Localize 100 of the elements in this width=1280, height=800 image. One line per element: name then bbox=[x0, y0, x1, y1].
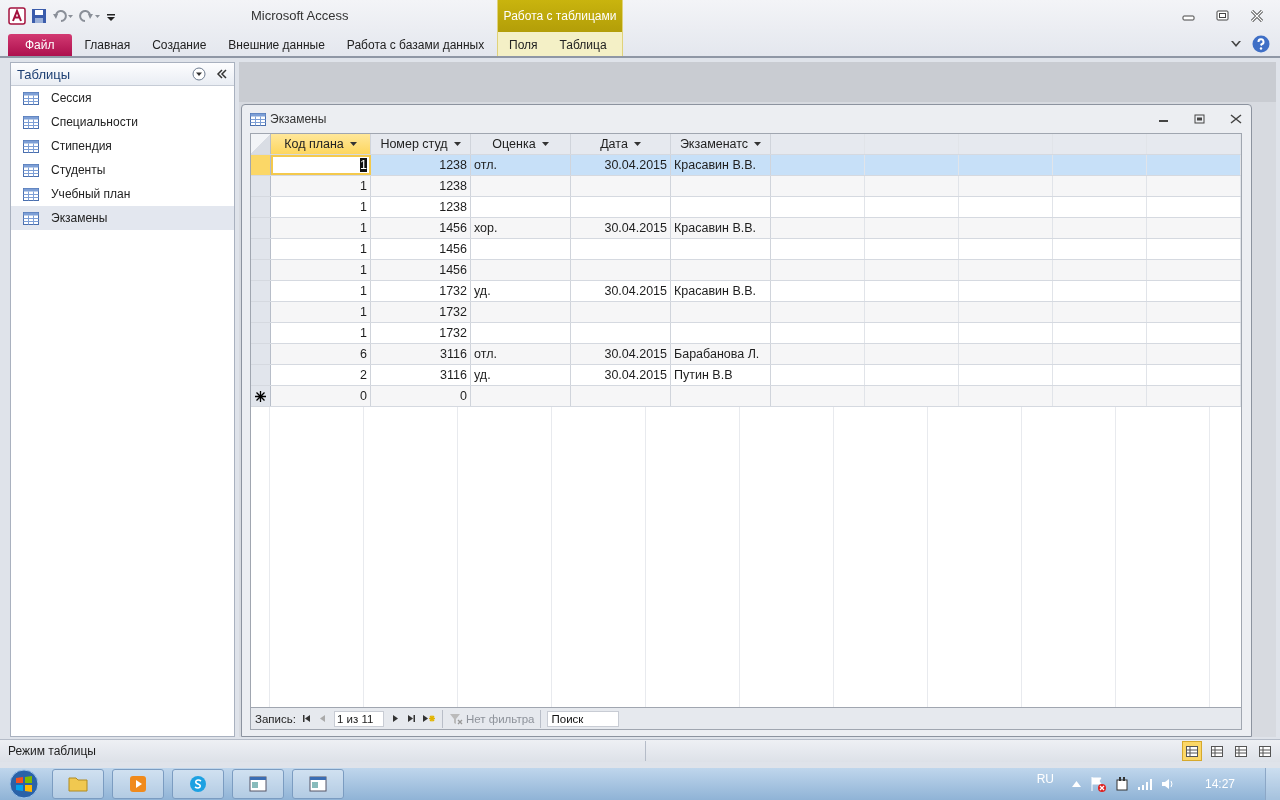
taskbar-app-button[interactable] bbox=[232, 769, 284, 799]
dropdown-caret-icon[interactable] bbox=[541, 142, 549, 146]
table-cell: 30.04.2015 bbox=[604, 158, 667, 172]
ribbon-tab[interactable]: Создание bbox=[141, 34, 218, 56]
record-position-field[interactable]: 1 из 11 bbox=[333, 710, 384, 727]
last-record-icon[interactable] bbox=[405, 714, 416, 723]
table-icon bbox=[250, 112, 266, 126]
dropdown-caret-icon[interactable] bbox=[349, 142, 357, 146]
table-cell: 0 bbox=[360, 389, 367, 403]
dropdown-caret-icon[interactable] bbox=[633, 142, 641, 146]
datasheet-view-icon bbox=[1211, 745, 1223, 757]
column-header[interactable]: Код плана bbox=[271, 134, 371, 154]
ribbon-tab[interactable]: Главная bbox=[73, 34, 142, 56]
status-text: Режим таблицы bbox=[8, 744, 96, 758]
table-cell: Барабанова Л. bbox=[674, 347, 760, 361]
table-cell: 1456 bbox=[439, 221, 467, 235]
table-cell: 1238 bbox=[439, 200, 467, 214]
table-cell: 0 bbox=[460, 389, 467, 403]
column-header[interactable]: Номер студ bbox=[371, 134, 471, 154]
power-plug-icon[interactable] bbox=[1114, 776, 1129, 792]
dropdown-caret-icon[interactable] bbox=[453, 142, 461, 146]
table-item[interactable]: Сессия bbox=[11, 86, 234, 110]
table-cell: 30.04.2015 bbox=[604, 284, 667, 298]
table-cell: уд. bbox=[474, 284, 491, 298]
table-cell: 30.04.2015 bbox=[604, 221, 667, 235]
table-cell: 1732 bbox=[439, 284, 467, 298]
ribbon-tab[interactable]: Файл bbox=[8, 34, 72, 56]
document-title: Экзамены bbox=[270, 112, 327, 126]
table-cell: 30.04.2015 bbox=[604, 347, 667, 361]
table-cell: Путин В.В bbox=[674, 368, 733, 382]
table-cell: 1 bbox=[360, 158, 367, 172]
record-selector[interactable] bbox=[251, 386, 271, 406]
table-cell: 1 bbox=[360, 242, 367, 256]
play-icon bbox=[129, 775, 147, 793]
close-icon[interactable] bbox=[1250, 10, 1264, 22]
table-cell: уд. bbox=[474, 368, 491, 382]
collapse-pane-icon[interactable] bbox=[216, 68, 228, 80]
record-label: Запись: bbox=[255, 712, 296, 725]
table-item[interactable]: Стипендия bbox=[11, 134, 234, 158]
datasheet-view-icon bbox=[1235, 745, 1247, 757]
table-item[interactable]: Студенты bbox=[11, 158, 234, 182]
column-header[interactable]: Экзаменатс bbox=[671, 134, 771, 154]
s-logo-icon bbox=[189, 775, 207, 793]
close-icon[interactable] bbox=[1230, 114, 1242, 124]
dropdown-icon[interactable] bbox=[192, 67, 206, 81]
filter-icon bbox=[448, 712, 463, 725]
table-cell: 1 bbox=[360, 179, 367, 193]
maximize-icon[interactable] bbox=[1194, 114, 1206, 124]
new-record-icon[interactable] bbox=[421, 714, 436, 723]
table-cell: 6 bbox=[360, 347, 367, 361]
maximize-icon[interactable] bbox=[1216, 10, 1230, 22]
table-cell: 1238 bbox=[439, 158, 467, 172]
help-icon[interactable] bbox=[1252, 35, 1270, 53]
table-cell: 1 bbox=[360, 326, 367, 340]
ribbon-tab[interactable]: Работа с базами данных bbox=[335, 34, 496, 56]
table-item[interactable]: Экзамены bbox=[11, 206, 234, 230]
ribbon-tab[interactable]: Таблица bbox=[548, 34, 618, 56]
table-item[interactable]: Специальности bbox=[11, 110, 234, 134]
column-header[interactable]: Дата bbox=[571, 134, 671, 154]
flag-error-icon[interactable] bbox=[1088, 776, 1107, 792]
window-title: Microsoft Access bbox=[251, 7, 349, 23]
table-cell: 30.04.2015 bbox=[604, 368, 667, 382]
view-button[interactable] bbox=[1182, 741, 1202, 761]
collapse-ribbon-icon[interactable] bbox=[1230, 39, 1242, 49]
table-cell: 1 bbox=[360, 200, 367, 214]
table-cell: отл. bbox=[474, 158, 497, 172]
window-icon bbox=[249, 776, 267, 792]
table-cell: Красавин В.В. bbox=[674, 221, 756, 235]
window-icon bbox=[309, 776, 327, 792]
search-field[interactable]: Поиск bbox=[547, 710, 620, 727]
table-cell: Красавин В.В. bbox=[674, 158, 756, 172]
pane-title: Таблицы bbox=[17, 66, 72, 82]
table-cell: 1456 bbox=[439, 263, 467, 277]
column-header[interactable]: Оценка bbox=[471, 134, 571, 154]
table-icon bbox=[23, 139, 39, 153]
taskbar-app-button[interactable] bbox=[292, 769, 344, 799]
first-record-icon[interactable] bbox=[301, 714, 312, 723]
table-item[interactable]: Учебный план bbox=[11, 182, 234, 206]
ribbon-tab[interactable]: Внешние данные bbox=[217, 34, 336, 56]
dropdown-caret-icon[interactable] bbox=[754, 142, 762, 146]
table-icon bbox=[23, 187, 39, 201]
save-icon[interactable] bbox=[31, 8, 47, 24]
access-logo-icon[interactable] bbox=[8, 7, 26, 25]
datasheet-view-icon bbox=[1186, 745, 1198, 757]
table-cell: 1 bbox=[360, 263, 367, 277]
table-cell: 3116 bbox=[440, 347, 467, 361]
table-cell: 1732 bbox=[439, 305, 467, 319]
table-icon bbox=[23, 91, 39, 105]
table-icon bbox=[23, 115, 39, 129]
table-icon bbox=[23, 211, 39, 225]
redo-icon[interactable] bbox=[79, 9, 101, 23]
undo-icon[interactable] bbox=[52, 9, 74, 23]
folder-icon bbox=[68, 775, 88, 793]
table-cell: 2 bbox=[360, 368, 367, 382]
table-cell: 1 bbox=[360, 284, 367, 298]
table-cell: 3116 bbox=[440, 368, 467, 382]
context-group-label: Работа с таблицами bbox=[498, 0, 622, 32]
table-cell: 1732 bbox=[439, 326, 467, 340]
ribbon-tab[interactable]: Поля bbox=[498, 34, 549, 56]
table-cell: 1 bbox=[360, 305, 367, 319]
